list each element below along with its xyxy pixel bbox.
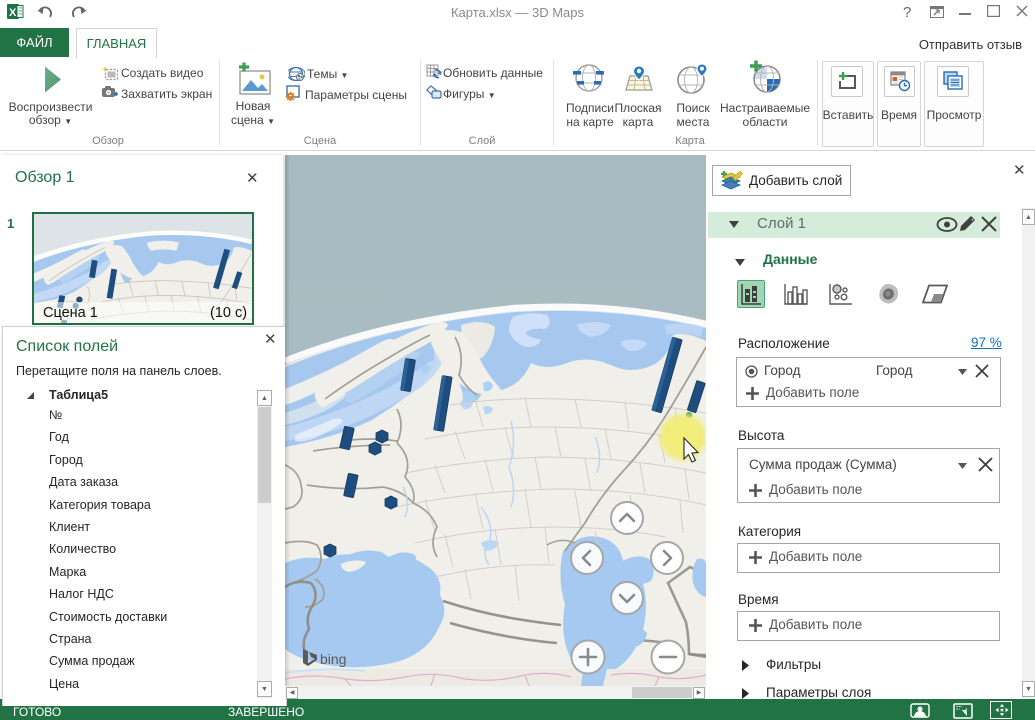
svg-text:bing: bing [320,651,346,667]
svg-text:(10 с): (10 с) [210,305,247,321]
svg-text:Сцена 1: Сцена 1 [43,305,98,321]
